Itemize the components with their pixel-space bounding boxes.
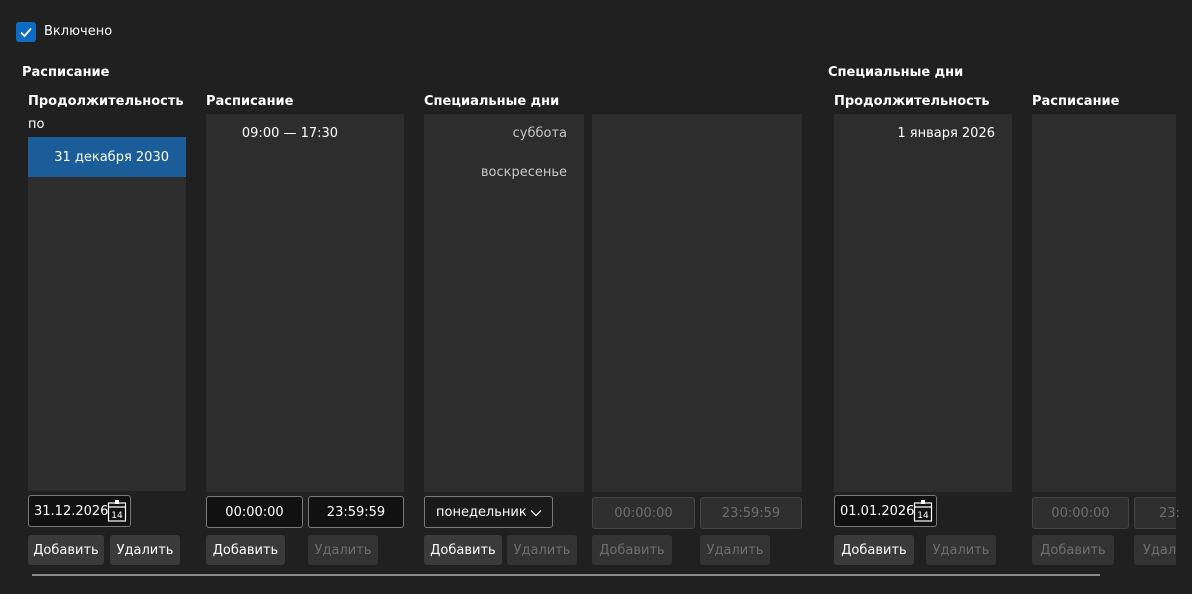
special-schedule-add-button[interactable]: Добавить xyxy=(1032,535,1114,565)
duration-add-button[interactable]: Добавить xyxy=(28,535,104,565)
svg-text:14: 14 xyxy=(917,511,929,521)
horizontal-scrollbar[interactable] xyxy=(32,574,1100,576)
chevron-down-icon xyxy=(530,510,542,517)
special-times-add-button[interactable]: Добавить xyxy=(592,535,672,565)
list-item[interactable]: 09:00 — 17:30 xyxy=(206,114,404,152)
special-time-to[interactable]: 23:59:59 xyxy=(700,497,802,529)
checkmark-icon xyxy=(20,27,32,38)
duration-header: Продолжительность xyxy=(28,94,184,109)
special-days-list[interactable]: суббота воскресенье xyxy=(424,114,584,492)
special-time-from[interactable]: 00:00:00 xyxy=(592,497,695,529)
special-days-header: Специальные дни xyxy=(424,94,560,109)
duration-remove-button[interactable]: Удалить xyxy=(110,535,180,565)
special-duration-remove-button[interactable]: Удалить xyxy=(926,535,996,565)
schedule-list[interactable]: 09:00 — 17:30 xyxy=(206,114,404,492)
special-schedule-list[interactable] xyxy=(1032,114,1176,492)
special-times-remove-button[interactable]: Удалить xyxy=(700,535,770,565)
enabled-label: Включено xyxy=(44,24,113,39)
duration-prefix: по xyxy=(28,117,45,132)
special-schedule-time-from[interactable]: 00:00:00 xyxy=(1032,497,1129,529)
special-duration-date-field[interactable]: 01.01.2026 14 xyxy=(834,495,937,527)
special-schedule-remove-button[interactable]: Удали xyxy=(1134,535,1176,565)
schedule-add-button[interactable]: Добавить xyxy=(206,535,285,565)
special-duration-add-button[interactable]: Добавить xyxy=(834,535,914,565)
schedule-time-from[interactable]: 00:00:00 xyxy=(206,496,303,528)
list-item[interactable]: суббота xyxy=(424,114,584,152)
enabled-checkbox[interactable] xyxy=(16,22,36,42)
schedule-header: Расписание xyxy=(206,94,294,109)
calendar-icon[interactable]: 14 xyxy=(913,499,933,523)
weekday-select[interactable]: понедельник xyxy=(424,496,553,528)
duration-list[interactable]: 31 декабря 2030 xyxy=(28,137,186,491)
special-duration-header: Продолжительность xyxy=(834,94,990,109)
duration-date-field[interactable]: 31.12.2026 14 xyxy=(28,495,131,527)
list-item[interactable]: воскресенье xyxy=(424,152,584,192)
list-item[interactable]: 31 декабря 2030 xyxy=(28,137,186,177)
calendar-icon[interactable]: 14 xyxy=(107,499,127,523)
special-duration-list[interactable]: 1 января 2026 xyxy=(834,114,1012,492)
special-times-list[interactable] xyxy=(592,114,802,492)
special-days-add-button[interactable]: Добавить xyxy=(424,535,502,565)
special-days-section-title: Специальные дни xyxy=(828,65,964,80)
schedule-time-to[interactable]: 23:59:59 xyxy=(308,496,404,528)
list-item[interactable]: 1 января 2026 xyxy=(834,114,1012,152)
svg-text:14: 14 xyxy=(111,511,123,521)
special-schedule-time-to[interactable]: 23: xyxy=(1134,497,1180,529)
special-schedule-header: Расписание xyxy=(1032,94,1120,109)
schedule-remove-button[interactable]: Удалить xyxy=(308,535,378,565)
special-days-remove-button[interactable]: Удалить xyxy=(507,535,577,565)
schedule-section-title: Расписание xyxy=(22,65,110,80)
